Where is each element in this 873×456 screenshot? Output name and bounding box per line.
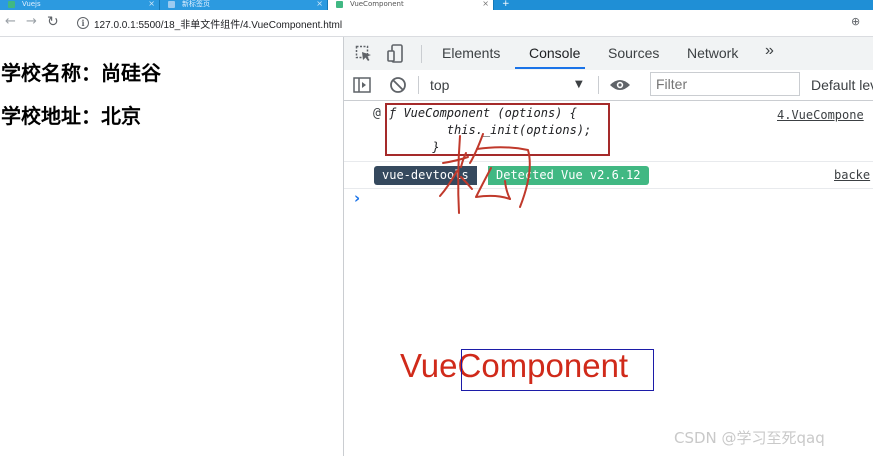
inspect-element-icon[interactable] [355, 45, 373, 63]
school-name-heading: 学校名称：尚硅谷 [1, 61, 161, 85]
handwritten-annotation-icon [439, 133, 531, 214]
devtools-tab-bar: Elements Console Sources Network » [344, 37, 873, 71]
tab-title: Vuejs [22, 0, 41, 8]
close-icon[interactable]: × [316, 0, 323, 8]
tab-elements[interactable]: Elements [442, 45, 500, 61]
filter-input[interactable] [650, 72, 800, 96]
new-tab-button[interactable]: + [502, 0, 510, 9]
clear-console-icon[interactable] [389, 76, 407, 94]
url-field[interactable]: 127.0.0.1:5500/18_非单文件组件/4.VueComponent.… [94, 16, 342, 31]
device-toolbar-icon[interactable] [387, 44, 405, 64]
sidebar-toggle-icon[interactable] [353, 77, 371, 93]
annotation-selection-box [461, 349, 654, 391]
tab-title: 新标签页 [182, 0, 210, 8]
vue-favicon-icon [336, 1, 343, 8]
vue-favicon-icon [8, 1, 15, 8]
reload-icon[interactable]: ↻ [47, 14, 59, 30]
divider [421, 45, 422, 63]
close-icon[interactable]: × [148, 0, 155, 8]
console-output: @ ƒ VueComponent (options) { this._init(… [344, 101, 873, 456]
dropdown-arrow-icon[interactable]: ▼ [575, 79, 583, 90]
divider [598, 76, 599, 94]
tab-title: VueComponent [350, 0, 404, 8]
console-toolbar: top ▼ Default lev [344, 70, 873, 101]
zoom-icon[interactable]: ⊕ [851, 15, 860, 28]
site-info-icon[interactable]: i [77, 17, 89, 29]
tab-network[interactable]: Network [687, 45, 738, 61]
browser-tab-active[interactable]: VueComponent × [328, 0, 494, 10]
address-bar: ← → ↻ i 127.0.0.1:5500/18_非单文件组件/4.VueCo… [0, 10, 873, 37]
more-tabs-button[interactable]: » [765, 42, 774, 60]
browser-tab[interactable]: 新标签页 × [160, 0, 328, 10]
forward-arrow-icon[interactable]: → [26, 14, 37, 30]
page-viewport: 学校名称：尚硅谷 学校地址：北京 [0, 37, 343, 456]
school-address-heading: 学校地址：北京 [1, 104, 141, 128]
back-arrow-icon[interactable]: ← [5, 14, 16, 30]
close-icon[interactable]: × [482, 0, 489, 8]
context-selector[interactable]: top [430, 77, 449, 93]
watermark: CSDN @学习至死qaq [674, 429, 825, 447]
page-favicon-icon [168, 1, 175, 8]
active-tab-indicator [515, 67, 585, 69]
devtools-panel: Elements Console Sources Network » top ▼… [343, 37, 873, 456]
tab-console[interactable]: Console [529, 45, 580, 61]
live-expression-eye-icon[interactable] [609, 78, 631, 92]
browser-tab-strip: Vuejs × 新标签页 × VueComponent × + [0, 0, 873, 10]
divider [418, 76, 419, 94]
log-levels-dropdown[interactable]: Default lev [811, 77, 873, 93]
tab-sources[interactable]: Sources [608, 45, 659, 61]
browser-tab[interactable]: Vuejs × [0, 0, 160, 10]
